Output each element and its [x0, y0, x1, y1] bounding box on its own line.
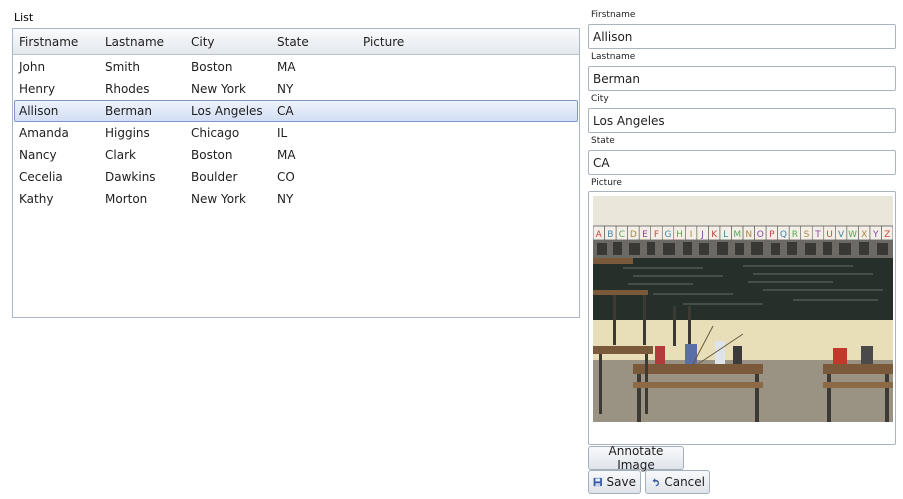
undo-icon [652, 478, 660, 487]
cell-state: NY [277, 82, 294, 96]
alphabet-letter: A [596, 230, 603, 240]
cell-state: NY [277, 192, 294, 206]
alphabet-letter: X [861, 230, 867, 240]
cancel-label: Cancel [664, 475, 705, 489]
cell-firstname: Cecelia [19, 170, 63, 184]
cell-city: Boston [191, 60, 233, 74]
table-row[interactable]: Cecelia Dawkins Boulder CO [14, 166, 578, 188]
alphabet-letter: G [665, 230, 672, 240]
state-field[interactable]: CA [588, 150, 896, 175]
save-button[interactable]: Save [588, 470, 641, 494]
state-label: State [591, 136, 615, 146]
list-label: List [14, 11, 34, 24]
alphabet-letter: F [654, 230, 659, 240]
save-icon [593, 477, 602, 487]
cell-state: CA [277, 104, 294, 118]
alphabet-letter: Y [872, 230, 879, 240]
cell-lastname: Smith [105, 60, 140, 74]
alphabet-letter: J [700, 230, 704, 240]
alphabet-letter: U [826, 230, 833, 240]
cell-firstname: Nancy [19, 148, 57, 162]
cell-firstname: Henry [19, 82, 56, 96]
alphabet-letter: Q [780, 230, 787, 240]
city-label: City [591, 94, 609, 104]
column-header-firstname[interactable]: Firstname [13, 35, 99, 49]
cell-city: Boston [191, 148, 233, 162]
alphabet-letter: T [814, 230, 821, 240]
cell-firstname: Allison [19, 104, 59, 118]
cell-state: CO [277, 170, 295, 184]
table-row[interactable]: Kathy Morton New York NY [14, 188, 578, 210]
lastname-label: Lastname [591, 52, 636, 62]
alphabet-letter: Z [884, 230, 890, 240]
cell-lastname: Dawkins [105, 170, 156, 184]
cell-city: Chicago [191, 126, 240, 140]
lastname-field[interactable]: Berman [588, 66, 896, 91]
grid-body: John Smith Boston MA Henry Rhodes New Yo… [13, 55, 579, 210]
alphabet-letter: O [757, 230, 764, 240]
alphabet-letter: W [848, 230, 857, 240]
picture-label: Picture [591, 178, 622, 188]
column-header-city[interactable]: City [185, 35, 271, 49]
alphabet-letter: D [630, 230, 637, 240]
cell-lastname: Morton [105, 192, 148, 206]
save-label: Save [606, 475, 636, 489]
alphabet-letter: H [676, 230, 683, 240]
cell-city: Los Angeles [191, 104, 263, 118]
firstname-label: Firstname [591, 10, 636, 20]
alphabet-letter: P [769, 230, 775, 240]
alphabet-letter: N [745, 230, 752, 240]
cell-firstname: Kathy [19, 192, 54, 206]
cell-city: New York [191, 192, 246, 206]
firstname-field[interactable]: Allison [588, 24, 896, 49]
alphabet-letter: V [838, 230, 845, 240]
column-header-picture[interactable]: Picture [357, 35, 443, 49]
alphabet-letter: B [607, 230, 613, 240]
grid-header: Firstname Lastname City State Picture [13, 29, 579, 55]
cell-firstname: John [19, 60, 46, 74]
alphabet-letter: S [804, 230, 810, 240]
table-row[interactable]: Henry Rhodes New York NY [14, 78, 578, 100]
cell-lastname: Higgins [105, 126, 150, 140]
annotate-image-button[interactable]: Annotate Image [588, 444, 684, 472]
cell-lastname: Rhodes [105, 82, 150, 96]
city-field[interactable]: Los Angeles [588, 108, 896, 133]
cell-lastname: Clark [105, 148, 136, 162]
alphabet-letter: M [733, 230, 741, 240]
table-row[interactable]: John Smith Boston MA [14, 56, 578, 78]
cell-city: New York [191, 82, 246, 96]
table-row-selected[interactable]: Allison Berman Los Angeles CA [14, 100, 578, 122]
cell-firstname: Amanda [19, 126, 69, 140]
cell-state: MA [277, 148, 296, 162]
column-header-lastname[interactable]: Lastname [99, 35, 185, 49]
cancel-button[interactable]: Cancel [645, 470, 710, 494]
alphabet-letter: E [642, 230, 648, 240]
alphabet-letter: L [723, 230, 728, 240]
column-header-state[interactable]: State [271, 35, 357, 49]
cell-lastname: Berman [105, 104, 152, 118]
classroom-photo: ABCDEFGHIJKLMNOPQRSTUVWXYZ [593, 196, 893, 422]
annotate-image-label: Annotate Image [608, 444, 664, 472]
cell-state: IL [277, 126, 288, 140]
picture-frame[interactable]: ABCDEFGHIJKLMNOPQRSTUVWXYZ [588, 191, 896, 445]
alphabet-letter: C [619, 230, 625, 240]
table-row[interactable]: Amanda Higgins Chicago IL [14, 122, 578, 144]
cell-state: MA [277, 60, 296, 74]
table-row[interactable]: Nancy Clark Boston MA [14, 144, 578, 166]
people-grid[interactable]: Firstname Lastname City State Picture Jo… [12, 28, 580, 318]
alphabet-letter: I [690, 230, 693, 240]
alphabet-letter: R [792, 230, 798, 240]
cell-city: Boulder [191, 170, 238, 184]
